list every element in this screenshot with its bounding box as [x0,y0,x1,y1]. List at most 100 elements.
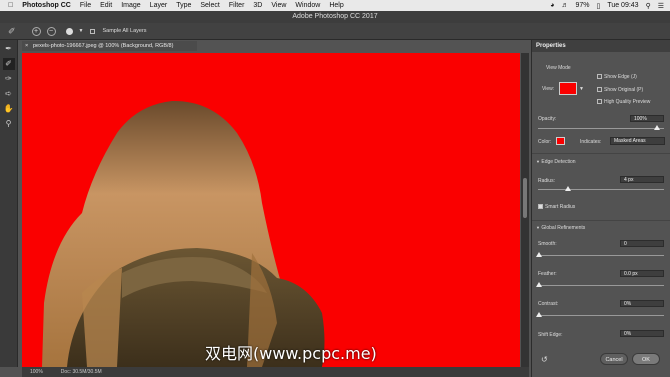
tools-panel: ✒ ✐ ✑ ➪ ✋ ⚲ [0,40,18,367]
contrast-slider[interactable] [538,315,664,316]
menu-edit[interactable]: Edit [100,2,112,9]
doc-size: Doc: 30.5M/30.5M [60,369,102,375]
color-swatch[interactable] [556,137,565,145]
chevron-down-icon[interactable]: ▼ [579,86,584,92]
quick-selection-tool-icon[interactable]: ✒ [3,43,15,55]
zoom-level[interactable]: 100% [30,369,43,375]
menu-layer[interactable]: Layer [150,2,168,9]
edge-detection-header[interactable]: ▼ Edge Detection [536,159,576,165]
feather-field[interactable]: 0.0 px [620,270,664,277]
show-original-row[interactable]: Show Original (P) [597,87,643,93]
close-icon[interactable]: × [25,41,28,51]
smart-radius-checkbox[interactable] [538,204,543,210]
high-quality-preview-row[interactable]: High Quality Preview [597,99,650,105]
opacity-field[interactable]: 100% [630,115,664,122]
high-quality-preview-checkbox[interactable] [597,99,602,105]
show-edge-checkbox[interactable] [597,74,602,80]
menu-help[interactable]: Help [329,2,343,9]
menu-type[interactable]: Type [176,2,191,9]
window-title: Adobe Photoshop CC 2017 [0,11,670,23]
menu-image[interactable]: Image [121,2,140,9]
divider [532,153,670,154]
clock[interactable]: Tue 09:43 [607,2,638,9]
high-quality-preview-label: High Quality Preview [604,99,651,105]
shift-edge-label: Shift Edge: [538,332,563,338]
view-label: View: [542,86,555,92]
feather-label: Feather: [538,271,557,277]
status-bar: 100% Doc: 30.5M/30.5M [22,367,529,377]
scrollbar-thumb[interactable] [523,178,527,218]
canvas-scrollbar[interactable] [521,53,529,367]
show-edge-label: Show Edge (J) [604,74,637,80]
hand-tool-icon[interactable]: ✋ [3,103,15,115]
lasso-tool-icon[interactable]: ➪ [3,88,15,100]
brush-size-icon[interactable] [65,27,73,35]
menu-3d[interactable]: 3D [253,2,262,9]
watermark-text: 双电网(www.pcpc.me) [205,344,377,363]
reset-icon[interactable]: ↺ [541,355,548,364]
feather-slider-knob[interactable] [536,282,542,287]
properties-tab[interactable]: Properties [532,40,670,52]
radius-slider-knob[interactable] [565,186,571,191]
volume-icon[interactable]: ♬ [561,2,568,9]
color-label: Color: [538,139,552,145]
global-refinements-header[interactable]: ▼ Global Refinements [536,225,585,231]
view-mode-label: View Mode [546,65,571,71]
menu-file[interactable]: File [80,2,91,9]
contrast-label: Contrast: [538,301,559,307]
smooth-slider-knob[interactable] [536,252,542,257]
canvas[interactable] [22,53,520,367]
refine-edge-brush-icon[interactable]: ✐ [2,58,15,70]
feather-slider[interactable] [538,285,664,286]
show-original-checkbox[interactable] [597,87,602,93]
indicates-select[interactable]: Masked Areas [610,137,665,145]
view-mode-thumbnail[interactable] [559,82,577,95]
indicates-value: Masked Areas [614,138,646,144]
edge-detection-label: Edge Detection [541,159,576,165]
chevron-down-icon[interactable]: ▼ [79,28,84,34]
sample-all-layers-checkbox[interactable] [89,28,95,34]
opacity-slider[interactable] [538,128,664,129]
apple-icon[interactable]:  [8,2,13,9]
smart-radius-label: Smart Radius [545,204,576,210]
chevron-down-icon[interactable]: ▼ [536,159,540,164]
ok-button[interactable]: OK [632,353,660,365]
menu-select[interactable]: Select [200,2,219,9]
menu-bar:  Photoshop CC File Edit Image Layer Typ… [0,0,670,11]
menu-list-icon[interactable]: ☰ [658,2,664,10]
sample-all-layers-label: Sample All Layers [102,28,147,34]
smooth-field[interactable]: 0 [620,240,664,247]
smooth-slider[interactable] [538,255,664,256]
brush-tool-icon[interactable]: ✑ [3,73,15,85]
wifi-icon[interactable]: ◕ [550,2,554,9]
menu-filter[interactable]: Filter [229,2,245,9]
menu-view[interactable]: View [271,2,286,9]
smooth-label: Smooth: [538,241,557,247]
radius-field[interactable]: 4 px [620,176,664,183]
chevron-down-icon[interactable]: ▼ [536,225,540,230]
subtract-brush-icon[interactable]: − [46,26,56,36]
cancel-button[interactable]: Cancel [600,353,628,365]
zoom-tool-icon[interactable]: ⚲ [3,118,15,130]
show-edge-row[interactable]: Show Edge (J) [597,74,637,80]
menu-window[interactable]: Window [295,2,320,9]
contrast-field[interactable]: 0% [620,300,664,307]
smart-radius-row[interactable]: Smart Radius [538,204,575,210]
document-tab[interactable]: × pexels-photo-196667.jpeg @ 100% (Backg… [22,41,197,51]
radius-label: Radius: [538,178,555,184]
global-refinements-label: Global Refinements [541,225,586,231]
add-brush-icon[interactable]: + [31,26,41,36]
properties-panel: Properties View Mode View: ▼ Show Edge (… [531,40,670,377]
opacity-slider-knob[interactable] [654,125,660,130]
battery-percent: 97% [575,2,590,9]
brush-tool-icon[interactable]: ✐ [8,26,16,37]
shift-edge-field[interactable]: 0% [620,330,664,337]
photo-subject [42,100,325,367]
battery-icon[interactable]: ▯ [596,2,600,10]
search-icon[interactable]: ⚲ [646,2,651,10]
document-tab-label: pexels-photo-196667.jpeg @ 100% (Backgro… [33,43,174,49]
app-menu[interactable]: Photoshop CC [22,2,71,9]
contrast-slider-knob[interactable] [536,312,542,317]
radius-slider[interactable] [538,189,664,190]
opacity-label: Opacity: [538,116,557,122]
